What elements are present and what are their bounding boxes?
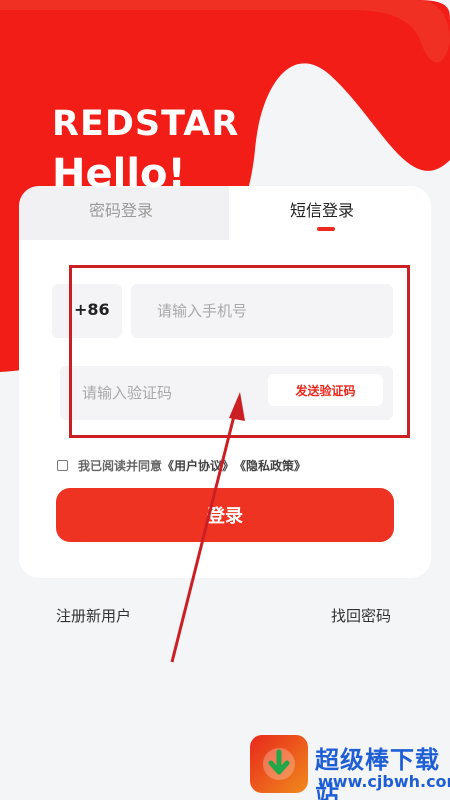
privacy-policy-link[interactable]: 《隐私政策》 bbox=[234, 457, 306, 474]
watermark-title: 超级棒下载站 bbox=[315, 746, 440, 800]
watermark-logo bbox=[250, 735, 308, 793]
country-code-selector[interactable]: +86 bbox=[52, 284, 122, 338]
country-code: +86 bbox=[74, 300, 110, 319]
register-link[interactable]: 注册新用户 bbox=[56, 605, 131, 626]
download-icon bbox=[263, 748, 295, 780]
login-button[interactable]: 登录 bbox=[56, 488, 394, 542]
active-tab-indicator bbox=[317, 227, 335, 231]
tab-sms-login[interactable]: 短信登录 bbox=[290, 200, 354, 222]
watermark-url: www.cjbwh.com bbox=[318, 772, 450, 791]
brand-logo: REDSTAR bbox=[52, 104, 240, 144]
user-agreement-link[interactable]: 《用户协议》 bbox=[162, 457, 234, 474]
agreement-text: 我已阅读并同意 bbox=[78, 459, 163, 473]
phone-input[interactable] bbox=[157, 284, 377, 338]
agreement-checkbox[interactable] bbox=[57, 460, 68, 471]
agreement-row: 我已阅读并同意 《用户协议》 《隐私政策》 bbox=[57, 457, 306, 474]
send-code-button[interactable]: 发送验证码 bbox=[268, 374, 383, 406]
phone-field[interactable] bbox=[131, 284, 393, 338]
sms-code-input[interactable] bbox=[82, 366, 262, 420]
tab-password-login[interactable]: 密码登录 bbox=[89, 200, 153, 222]
greeting-title: Hello! bbox=[52, 151, 186, 197]
forgot-password-link[interactable]: 找回密码 bbox=[331, 605, 391, 626]
